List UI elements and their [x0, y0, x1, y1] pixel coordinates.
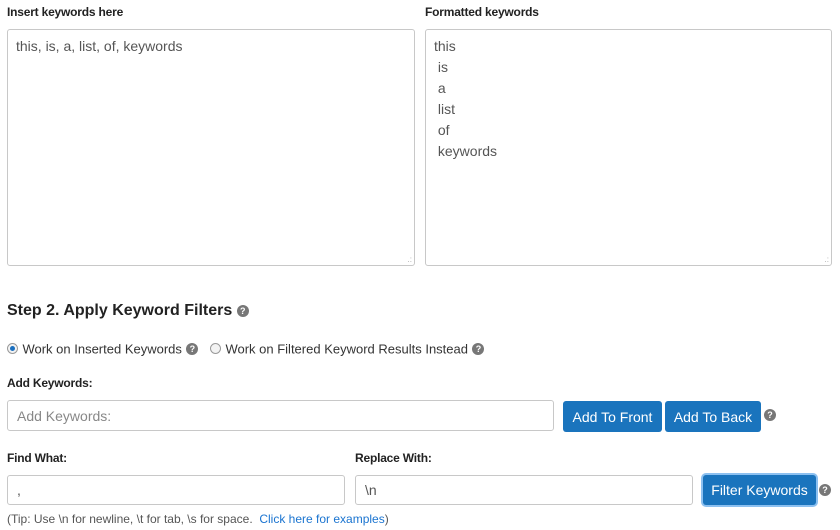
- help-icon[interactable]: ?: [472, 342, 485, 355]
- replace-with-label: Replace With:: [355, 451, 432, 465]
- radio-button-checked[interactable]: [7, 343, 18, 355]
- radio-inserted-keywords[interactable]: Work on Inserted Keywords ?: [7, 340, 199, 358]
- examples-link[interactable]: Click here for examples: [259, 512, 384, 526]
- add-to-back-button[interactable]: Add To Back: [665, 401, 761, 432]
- input-keywords-label: Insert keywords here: [7, 5, 124, 19]
- resize-grip-icon[interactable]: .:: [825, 256, 829, 264]
- formatted-line: this: [434, 38, 456, 54]
- radio-button-unchecked[interactable]: [210, 343, 221, 355]
- formatted-line: is: [434, 59, 448, 75]
- add-to-front-button[interactable]: Add To Front: [563, 401, 662, 432]
- formatted-line: a: [434, 80, 446, 96]
- find-what-input[interactable]: ,: [7, 475, 345, 505]
- input-keywords-text: this, is, a, list, of, keywords: [16, 38, 183, 54]
- tip-suffix: ): [384, 512, 389, 526]
- tip-text: (Tip: Use \n for newline, \t for tab, \s…: [7, 512, 389, 526]
- radio-label: Work on Filtered Keyword Results Instead: [225, 341, 468, 357]
- add-keywords-input[interactable]: Add Keywords:: [7, 400, 554, 431]
- add-keywords-label: Add Keywords:: [7, 376, 93, 390]
- formatted-keywords-textarea[interactable]: this is a list of keywords .:: [425, 29, 832, 266]
- input-keywords-textarea[interactable]: this, is, a, list, of, keywords .:: [7, 29, 415, 266]
- help-icon[interactable]: ?: [236, 304, 249, 317]
- formatted-line: list: [434, 101, 455, 117]
- radio-label: Work on Inserted Keywords: [22, 341, 182, 357]
- filter-keywords-button[interactable]: Filter Keywords: [703, 475, 816, 505]
- tip-prefix: (Tip: Use \n for newline, \t for tab, \s…: [7, 512, 260, 526]
- step2-title: Step 2. Apply Keyword Filters: [7, 302, 233, 319]
- replace-with-input[interactable]: \n: [355, 475, 693, 505]
- formatted-keywords-label: Formatted keywords: [425, 5, 539, 19]
- formatted-line: of: [434, 122, 450, 138]
- find-what-label: Find What:: [7, 451, 67, 465]
- help-icon[interactable]: ?: [764, 409, 776, 421]
- help-icon[interactable]: ?: [819, 484, 831, 496]
- resize-grip-icon[interactable]: .:: [408, 256, 412, 264]
- radio-filtered-results[interactable]: Work on Filtered Keyword Results Instead…: [210, 340, 485, 358]
- formatted-line: keywords: [434, 143, 498, 159]
- step2-heading: Step 2. Apply Keyword Filters ?: [7, 302, 249, 320]
- help-icon[interactable]: ?: [186, 342, 199, 355]
